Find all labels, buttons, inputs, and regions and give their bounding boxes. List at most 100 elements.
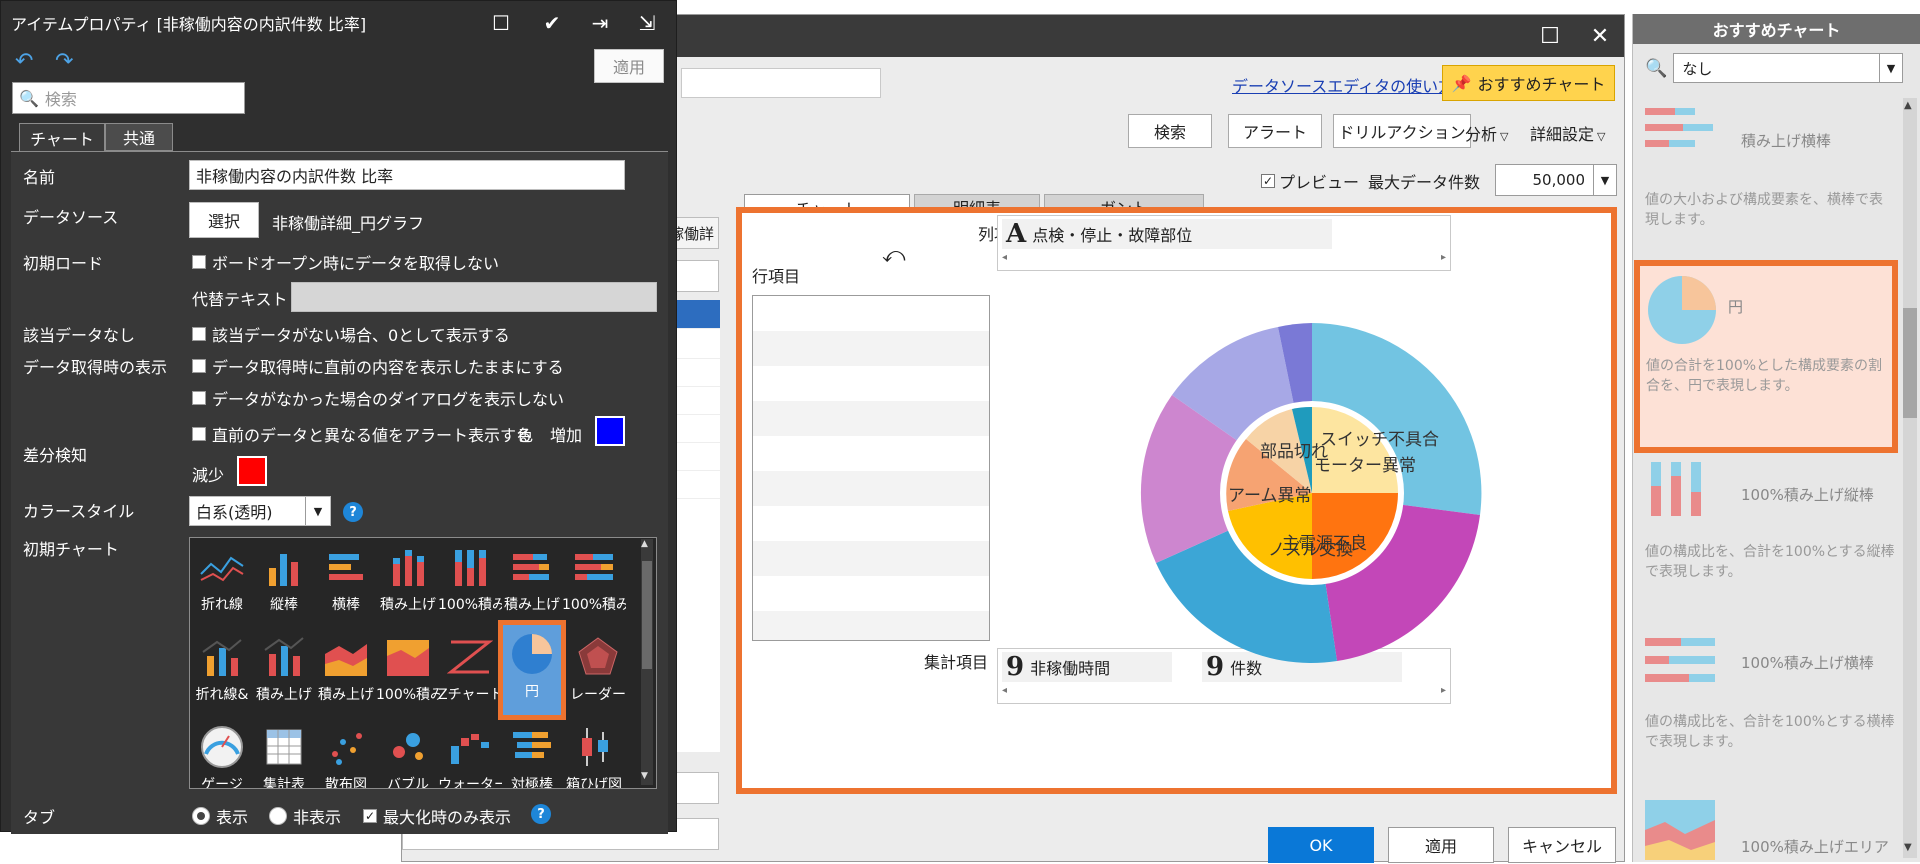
row-item-dropzone[interactable]	[752, 295, 990, 641]
analysis-menu[interactable]: 分析 ▽	[1465, 121, 1508, 145]
recommend-scrollbar[interactable]: ▲ ▼	[1903, 98, 1917, 858]
diff-alert-checkbox[interactable]: 直前のデータと異なる値をアラート表示する	[192, 422, 532, 446]
search-button[interactable]: 検索	[1128, 114, 1212, 148]
chart-type-scatter[interactable]: 散布図	[316, 718, 376, 788]
bar-chart-icon	[329, 554, 363, 580]
recommend-item-name: 100%積み上げエリア	[1741, 838, 1889, 856]
stacked-100-column-icon	[455, 550, 486, 586]
color-label: 色	[517, 426, 534, 445]
stacked-100-hbar-icon	[1645, 638, 1715, 682]
scroll-left-icon[interactable]: ◂	[1002, 685, 1007, 696]
tab-max-only-checkbox[interactable]: ✓ 最大化時のみ表示	[363, 804, 511, 828]
chart-type-opposing-bar[interactable]: 対極棒	[502, 718, 562, 788]
swap-axes-icon[interactable]: ⤺	[882, 243, 906, 268]
tab-hide-radio[interactable]: 非表示	[269, 804, 341, 828]
recommend-filter-select[interactable]: なし ▼	[1673, 53, 1903, 83]
preview-checkbox[interactable]: ✓ プレビュー	[1261, 169, 1359, 193]
scroll-down-icon[interactable]: ▼	[641, 771, 648, 781]
scroll-down-icon[interactable]: ▼	[1904, 842, 1912, 853]
drill-action-button[interactable]: ドリルアクション	[1333, 114, 1471, 148]
chart-type-bubble[interactable]: バブル	[378, 718, 438, 788]
chart-type-stacked-100-column[interactable]: 100%積み	[438, 538, 502, 628]
chart-type-radar[interactable]: レーダー	[568, 628, 628, 718]
chart-grid-scrollbar[interactable]: ▲ ▼	[641, 539, 653, 785]
alt-text-input[interactable]	[291, 282, 657, 312]
pie-icon	[1648, 276, 1716, 344]
maximize-icon[interactable]: ☐	[485, 9, 517, 37]
recommend-item[interactable]: 100%積み上げエリア	[1641, 800, 1899, 860]
chart-type-pie-selected[interactable]: 円	[498, 620, 566, 720]
redo-icon[interactable]: ↷	[55, 49, 73, 74]
recommend-item[interactable]: 100%積み上げ縦棒 値の構成比を、合計を100%とする縦棒で表現します。	[1641, 452, 1899, 602]
chart-type-gauge[interactable]: ゲージ	[192, 718, 252, 788]
scroll-up-icon[interactable]: ▲	[1904, 100, 1912, 111]
keep-previous-checkbox[interactable]: データ取得時に直前の内容を表示したままにする	[192, 354, 564, 378]
recommend-item[interactable]: 積み上げ横棒 値の大小および構成要素を、横棒で表現します。	[1641, 98, 1899, 248]
recommend-item-selected[interactable]: 円 値の合計を100%とした構成要素の割合を、円で表現します。	[1634, 260, 1898, 453]
help-link[interactable]: データソースエディタの使い方	[1232, 73, 1454, 97]
chart-type-stacked-100-area[interactable]: 100%積み	[376, 628, 440, 718]
column-field-chip[interactable]: A 点検・停止・故障部位	[1002, 219, 1332, 249]
properties-search-input[interactable]: 🔍 検索	[12, 82, 245, 114]
scroll-left-icon[interactable]: ◂	[1002, 252, 1007, 263]
checkbox-unchecked-icon	[192, 255, 206, 269]
chevron-down-icon[interactable]: ▼	[305, 497, 330, 525]
chart-type-line-column[interactable]: 折れ線&	[192, 628, 252, 718]
chart-type-stacked-area[interactable]: 積み上げ	[316, 628, 376, 718]
diff-detect-label: 差分検知	[23, 446, 88, 465]
chevron-down-icon[interactable]: ▼	[1593, 165, 1616, 195]
dock-icon[interactable]: ⇲	[631, 9, 663, 37]
max-count-select[interactable]: 50,000 ▼	[1495, 164, 1617, 196]
chart-type-label: レーダー	[570, 687, 626, 703]
chart-type-column[interactable]: 縦棒	[254, 538, 314, 628]
tab-show-radio[interactable]: 表示	[192, 804, 248, 828]
help-icon[interactable]: ?	[531, 804, 551, 824]
chart-type-boxplot[interactable]: 箱ひげ図	[564, 718, 624, 788]
chart-type-waterfall[interactable]: ウォーター	[438, 718, 502, 788]
recommend-item[interactable]: 100%積み上げ横棒 値の構成比を、合計を100%とする横棒で表現します。	[1641, 628, 1899, 778]
scrollbar-thumb[interactable]	[642, 561, 652, 669]
tab-hide-text: 非表示	[293, 808, 342, 827]
check-circle-icon[interactable]: ✔	[536, 9, 568, 37]
aggregate-scrollbar[interactable]: ◂ ▸	[1002, 685, 1446, 699]
apply-button[interactable]: 適用	[1388, 827, 1494, 863]
scroll-up-icon[interactable]: ▲	[641, 539, 648, 549]
apply-button[interactable]: 適用	[594, 49, 664, 83]
initial-load-checkbox[interactable]: ボードオープン時にデータを取得しない	[192, 250, 499, 274]
chart-type-bar[interactable]: 横棒	[316, 538, 376, 628]
tab-common[interactable]: 共通	[105, 123, 173, 151]
chart-type-stacked-bar[interactable]: 積み上げ	[502, 538, 562, 628]
cancel-button[interactable]: キャンセル	[1508, 827, 1616, 863]
chart-type-stacked-line-column[interactable]: 積み上げ	[254, 628, 314, 718]
close-icon[interactable]: ✕	[1580, 15, 1620, 57]
scrollbar-thumb[interactable]	[1903, 308, 1917, 418]
chart-type-table[interactable]: 集計表	[254, 718, 314, 788]
hide-nodata-dialog-checkbox[interactable]: データがなかった場合のダイアログを表示しない	[192, 386, 564, 410]
column-item-dropzone[interactable]: A 点検・停止・故障部位 ◂ ▸	[997, 215, 1451, 271]
scroll-right-icon[interactable]: ▸	[1441, 685, 1446, 696]
maximize-icon[interactable]: ☐	[1530, 15, 1570, 57]
select-datasource-button[interactable]: 選択	[189, 202, 259, 238]
chart-type-stacked-100-bar[interactable]: 100%積み	[562, 538, 626, 628]
increase-color-swatch[interactable]	[595, 416, 625, 446]
no-data-checkbox[interactable]: 該当データがない場合、0として表示する	[192, 322, 510, 346]
triangle-down-icon: ▽	[1597, 130, 1606, 143]
chevron-down-icon[interactable]: ▼	[1879, 54, 1902, 82]
pin-icon[interactable]: ⇥	[584, 9, 616, 37]
chart-type-stacked-column[interactable]: 積み上げ	[378, 538, 438, 628]
tab-chart[interactable]: チャート	[19, 123, 105, 151]
scroll-right-icon[interactable]: ▸	[1441, 252, 1446, 263]
chart-type-z-chart[interactable]: Zチャート	[438, 628, 502, 718]
editor-search-input[interactable]	[681, 68, 881, 98]
undo-icon[interactable]: ↶	[15, 49, 33, 74]
help-icon[interactable]: ?	[343, 502, 363, 522]
decrease-color-swatch[interactable]	[237, 456, 267, 486]
ok-button[interactable]: OK	[1268, 827, 1374, 863]
recommend-chart-button[interactable]: 📌 おすすめチャート	[1442, 65, 1615, 101]
alert-button[interactable]: アラート	[1228, 114, 1322, 148]
name-input[interactable]: 非稼働内容の内訳件数 比率	[189, 160, 625, 190]
color-style-select[interactable]: 白系(透明) ▼	[189, 496, 331, 526]
detail-settings-menu[interactable]: 詳細設定 ▽	[1530, 121, 1605, 145]
column-scrollbar[interactable]: ◂ ▸	[1002, 252, 1446, 266]
chart-type-line[interactable]: 折れ線	[192, 538, 252, 628]
